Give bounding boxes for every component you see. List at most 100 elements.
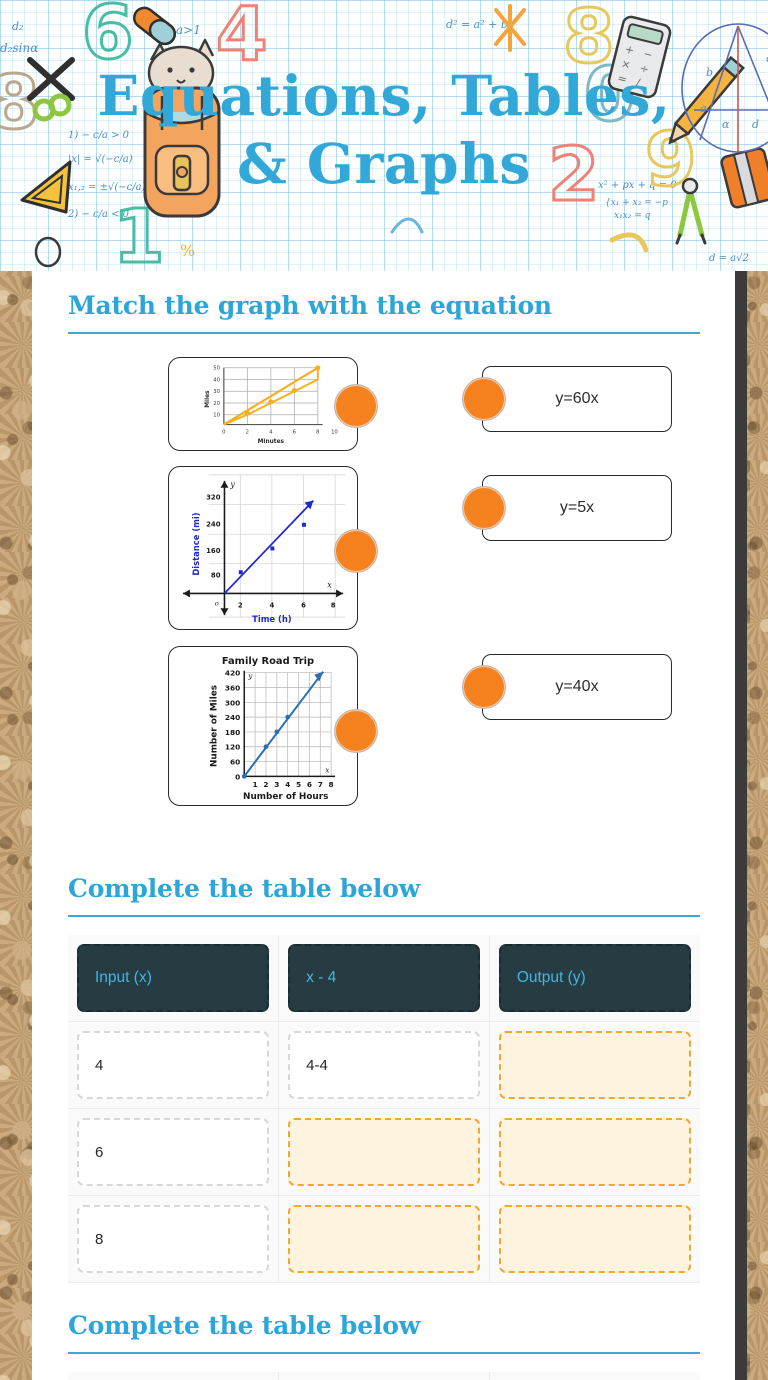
xtick-6: 6 <box>301 601 306 609</box>
xtick-2: 2 <box>238 601 243 609</box>
equation-card-y-60x[interactable]: y=60x <box>482 366 672 432</box>
answer-blank-expression-row2[interactable] <box>288 1118 480 1186</box>
answer-blank-expression-row3[interactable] <box>288 1205 480 1273</box>
section-complete-table-2: Complete the table below <box>32 1283 736 1380</box>
xtick-2: 2 <box>263 780 268 789</box>
doodle-label-d2: d₂ <box>12 20 23 33</box>
cell-input-row3: 8 <box>77 1205 270 1273</box>
xtick-8: 8 <box>331 601 336 609</box>
graph-card-distance-time[interactable]: 320 240 160 80 2 4 6 8 y x o Time (h) Di… <box>168 466 358 630</box>
match-dot-equation-1[interactable] <box>462 377 506 421</box>
graph-card-family-road-trip[interactable]: Family Road Trip 420 360 300 240 180 120… <box>168 646 358 806</box>
cell-input-row2: 6 <box>77 1118 270 1186</box>
ytick-360: 360 <box>225 683 240 692</box>
doodle-quad-3: x₁x₂ = q <box>614 211 651 221</box>
yaxis-label-miles: Miles <box>205 390 211 408</box>
doodle-eq-3: x₁,₂ = ±√(−c/a) <box>68 182 146 193</box>
ytick-30: 30 <box>213 389 220 395</box>
table-header-cell <box>489 1372 700 1380</box>
ytick-240: 240 <box>225 713 240 722</box>
xtick-7: 7 <box>318 780 323 789</box>
table-header-row <box>68 1372 700 1380</box>
ytick-80: 80 <box>211 572 221 580</box>
table-cell[interactable] <box>278 1108 490 1196</box>
school-doodles-illustration: d₂ d₂sinα a>1 1) − c/a > 0 |x| = √(−c/a)… <box>0 0 768 271</box>
triangle-ruler-icon <box>20 160 72 214</box>
axis-letter-y: y <box>247 672 253 681</box>
table-header-cell: x - 4 <box>278 935 490 1022</box>
equation-label: y=40x <box>555 678 599 695</box>
svg-text:a: a <box>700 102 707 115</box>
xaxis-label-minutes: Minutes <box>258 439 285 445</box>
xtick-3: 3 <box>274 780 279 789</box>
xtick-1: 1 <box>253 780 258 789</box>
graph-card-miles-minutes[interactable]: 50 40 30 20 10 0 2 4 6 8 10 Minutes Mile… <box>168 357 358 451</box>
table-header-row: Input (x) x - 4 Output (y) <box>68 935 700 1022</box>
table-1-wrapper: Input (x) x - 4 Output (y) 4 4-4 6 8 <box>68 935 700 1283</box>
xtick-5: 5 <box>296 780 301 789</box>
header-rule-x-minus-4: x - 4 <box>288 944 480 1012</box>
doodle-number-4: 4 <box>216 0 268 78</box>
answer-blank-output-row2[interactable] <box>498 1118 691 1186</box>
table-cell: 6 <box>68 1108 280 1196</box>
match-dot-graph-3[interactable] <box>334 709 378 753</box>
match-dot-equation-2[interactable] <box>462 486 506 530</box>
xtick-2: 2 <box>246 429 249 435</box>
doodle-label-d2sina: d₂sinα <box>0 41 38 55</box>
svg-text:b: b <box>706 66 713 79</box>
table-cell: 4-4 <box>278 1021 490 1109</box>
table-cell[interactable] <box>489 1021 700 1109</box>
ytick-40: 40 <box>213 377 220 383</box>
answer-blank-output-row3[interactable] <box>498 1205 691 1273</box>
heading-divider <box>68 1352 700 1354</box>
xtick-6: 6 <box>293 429 297 435</box>
table-row: 8 <box>68 1195 700 1283</box>
graph-title-family-road-trip: Family Road Trip <box>222 656 314 667</box>
table-row: 6 <box>68 1108 700 1196</box>
xtick-0: 0 <box>222 429 225 435</box>
equation-card-y-5x[interactable]: y=5x <box>482 475 672 541</box>
backpack-with-cat-icon <box>143 38 221 218</box>
section-heading-table-1: Complete the table below <box>68 874 421 903</box>
ytick-420: 420 <box>225 669 240 678</box>
ytick-160: 160 <box>206 547 221 555</box>
heading-divider <box>68 915 700 917</box>
input-output-table-2 <box>68 1372 700 1380</box>
table-header-cell: Input (x) <box>68 935 280 1022</box>
xtick-10: 10 <box>331 429 338 435</box>
match-dot-graph-1[interactable] <box>334 384 378 428</box>
scissors-icon <box>27 57 75 122</box>
graph-miles-minutes: 50 40 30 20 10 0 2 4 6 8 10 Minutes Mile… <box>205 365 338 445</box>
doodle-number-8: 8 <box>0 60 40 146</box>
ytick-20: 20 <box>213 401 220 407</box>
answer-blank-output-row1[interactable] <box>498 1031 691 1099</box>
table-cell[interactable] <box>489 1195 700 1283</box>
table-cell[interactable] <box>489 1108 700 1196</box>
section-heading-match: Match the graph with the equation <box>68 291 552 320</box>
xaxis-label-hours: Number of Hours <box>243 792 328 802</box>
cell-expression-row1: 4-4 <box>288 1031 480 1099</box>
ytick-300: 300 <box>225 698 240 707</box>
match-dot-equation-3[interactable] <box>462 665 506 709</box>
calculator-icon: + − × ÷ = / <box>607 15 672 99</box>
match-dot-graph-2[interactable] <box>334 529 378 573</box>
ytick-0: 0 <box>235 772 240 781</box>
table-cell[interactable] <box>278 1195 490 1283</box>
xtick-6: 6 <box>307 780 312 789</box>
worksheet-sheet: Match the graph with the equation 50 40 … <box>32 271 736 1380</box>
axis-letter-x: x <box>327 581 332 590</box>
section-match-graph-equation: Match the graph with the equation 50 40 … <box>32 271 736 846</box>
equation-card-y-40x[interactable]: y=40x <box>482 654 672 720</box>
axis-letter-y: y <box>229 480 235 489</box>
xtick-4: 4 <box>285 780 290 789</box>
matching-activity-area: 50 40 30 20 10 0 2 4 6 8 10 Minutes Mile… <box>68 356 700 846</box>
header-output-y: Output (y) <box>498 944 691 1012</box>
page-scrollbar[interactable] <box>735 271 747 1380</box>
sharpener-icon <box>720 147 768 209</box>
table-cell: 4 <box>68 1021 280 1109</box>
table-header-cell <box>68 1372 280 1380</box>
svg-text:d: d <box>752 118 759 131</box>
xaxis-label-time: Time (h) <box>252 614 292 624</box>
doodle-eq-2: |x| = √(−c/a) <box>68 154 133 165</box>
table-2-wrapper <box>68 1372 700 1380</box>
